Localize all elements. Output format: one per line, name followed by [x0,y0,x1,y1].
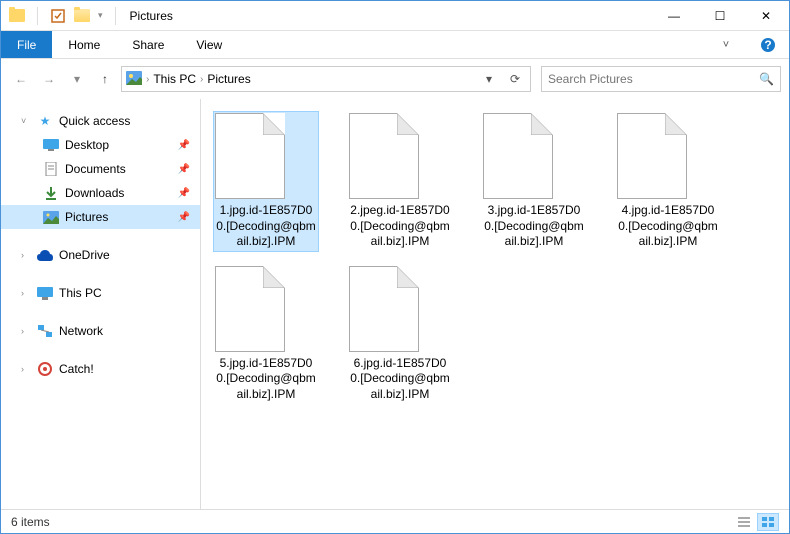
navigation-pane: ˅ ★ Quick access Desktop 📌 Documents 📌 D… [1,99,201,509]
network-icon [37,323,53,339]
file-icon [215,266,285,352]
tab-home[interactable]: Home [52,31,116,58]
ribbon: File Home Share View ˅ ? [1,31,789,59]
qat-dropdown-icon[interactable] [74,8,90,24]
sidebar-item-documents[interactable]: Documents 📌 [1,157,200,181]
minimize-button[interactable]: — [651,1,697,31]
chevron-right-icon[interactable]: › [21,250,31,260]
navigation-bar: ← → ▾ ↑ › This PC › Pictures ▾ ⟳ 🔍 [1,59,789,99]
address-bar[interactable]: › This PC › Pictures ▾ ⟳ [121,66,531,92]
status-bar: 6 items [1,509,789,533]
titlebar: ▾ Pictures — ☐ ✕ [1,1,789,31]
catch-icon [37,361,53,377]
forward-button[interactable]: → [37,67,61,91]
sidebar-network[interactable]: › Network [1,319,200,343]
sidebar-quick-access[interactable]: ˅ ★ Quick access [1,109,200,133]
file-name: 2.jpeg.id-1E857D00.[Decoding@qbmail.biz]… [349,203,451,250]
separator [115,7,116,25]
help-button[interactable]: ? [747,31,789,58]
svg-text:?: ? [764,38,771,52]
up-button[interactable]: ↑ [93,67,117,91]
address-dropdown[interactable]: ▾ [478,72,500,86]
sidebar-onedrive[interactable]: › OneDrive [1,243,200,267]
pc-icon [37,285,53,301]
chevron-right-icon[interactable]: › [146,74,149,85]
pin-icon: 📌 [178,164,190,175]
pin-icon: 📌 [178,188,190,199]
window-title: Pictures [130,9,173,23]
item-count: 6 items [11,515,50,529]
file-icon [349,266,419,352]
pin-icon: 📌 [178,212,190,223]
back-button[interactable]: ← [9,67,33,91]
desktop-icon [43,137,59,153]
documents-icon [43,161,59,177]
file-icon [617,113,687,199]
file-icon [349,113,419,199]
sidebar-catch[interactable]: › Catch! [1,357,200,381]
file-menu[interactable]: File [1,31,52,58]
search-icon[interactable]: 🔍 [759,72,774,86]
details-view-button[interactable] [733,513,755,531]
file-name: 1.jpg.id-1E857D00.[Decoding@qbmail.biz].… [215,203,317,250]
file-name: 4.jpg.id-1E857D00.[Decoding@qbmail.biz].… [617,203,719,250]
file-item[interactable]: 6.jpg.id-1E857D00.[Decoding@qbmail.biz].… [347,264,453,405]
pin-icon: 📌 [178,140,190,151]
tab-view[interactable]: View [180,31,238,58]
chevron-down-icon[interactable]: ˅ [21,116,31,126]
breadcrumb-pictures[interactable]: Pictures [207,72,250,86]
file-item[interactable]: 3.jpg.id-1E857D00.[Decoding@qbmail.biz].… [481,111,587,252]
sidebar-item-downloads[interactable]: Downloads 📌 [1,181,200,205]
breadcrumb-this-pc[interactable]: This PC [153,72,196,86]
ribbon-expand-button[interactable]: ˅ [705,31,747,58]
file-icon [483,113,553,199]
qat-properties-icon[interactable] [50,8,66,24]
search-input[interactable] [548,72,759,86]
onedrive-icon [37,247,53,263]
sidebar-item-pictures[interactable]: Pictures 📌 [1,205,200,229]
file-item[interactable]: 2.jpeg.id-1E857D00.[Decoding@qbmail.biz]… [347,111,453,252]
chevron-right-icon[interactable]: › [21,364,31,374]
file-name: 3.jpg.id-1E857D00.[Decoding@qbmail.biz].… [483,203,585,250]
icons-view-button[interactable] [757,513,779,531]
chevron-right-icon[interactable]: › [21,326,31,336]
chevron-right-icon[interactable]: › [200,74,203,85]
downloads-icon [43,185,59,201]
file-name: 5.jpg.id-1E857D00.[Decoding@qbmail.biz].… [215,356,317,403]
tab-share[interactable]: Share [116,31,180,58]
search-box[interactable]: 🔍 [541,66,781,92]
maximize-button[interactable]: ☐ [697,1,743,31]
refresh-button[interactable]: ⟳ [504,72,526,86]
chevron-down-icon[interactable]: ▾ [98,10,103,21]
file-item[interactable]: 5.jpg.id-1E857D00.[Decoding@qbmail.biz].… [213,264,319,405]
recent-dropdown[interactable]: ▾ [65,67,89,91]
file-item[interactable]: 1.jpg.id-1E857D00.[Decoding@qbmail.biz].… [213,111,319,252]
pictures-icon [43,209,59,225]
file-icon [215,113,285,199]
file-name: 6.jpg.id-1E857D00.[Decoding@qbmail.biz].… [349,356,451,403]
chevron-right-icon[interactable]: › [21,288,31,298]
sidebar-this-pc[interactable]: › This PC [1,281,200,305]
sidebar-item-desktop[interactable]: Desktop 📌 [1,133,200,157]
pictures-icon [126,71,142,87]
star-icon: ★ [37,113,53,129]
file-list[interactable]: 1.jpg.id-1E857D00.[Decoding@qbmail.biz].… [201,99,789,509]
separator [37,7,38,25]
file-item[interactable]: 4.jpg.id-1E857D00.[Decoding@qbmail.biz].… [615,111,721,252]
folder-icon [9,8,25,24]
close-button[interactable]: ✕ [743,1,789,31]
